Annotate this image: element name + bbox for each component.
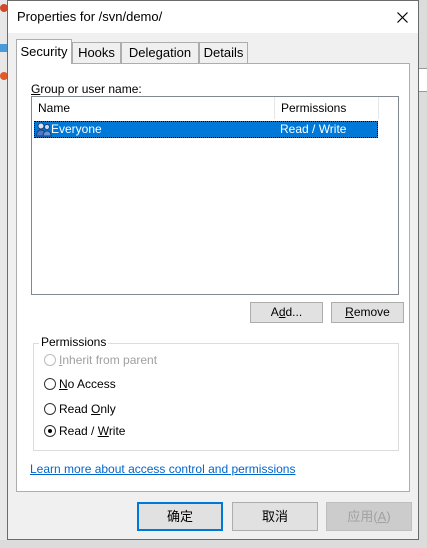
properties-dialog: Properties for /svn/demo/ Security Hooks… — [7, 0, 419, 540]
radio-read-only[interactable] — [44, 403, 56, 415]
radio-read-only-label: Read Only — [59, 402, 116, 416]
tab-delegation[interactable]: Delegation — [121, 42, 199, 63]
column-header-name[interactable]: Name — [32, 97, 275, 119]
close-icon — [396, 11, 408, 23]
apply-button[interactable]: 应用(A) — [326, 502, 412, 531]
radio-read-write[interactable] — [44, 425, 56, 437]
radio-no-access-label: No Access — [59, 377, 116, 391]
radio-inherit[interactable] — [44, 354, 56, 366]
radio-read-write-label: Read / Write — [59, 424, 126, 438]
remove-button[interactable]: Remove — [331, 302, 404, 323]
add-button[interactable]: Add... — [250, 302, 323, 323]
ok-button[interactable]: 确定 — [137, 502, 223, 531]
tab-hooks[interactable]: Hooks — [72, 42, 121, 63]
tab-security[interactable]: Security — [16, 39, 72, 64]
radio-selected-dot — [48, 429, 52, 433]
radio-no-access[interactable] — [44, 378, 56, 390]
close-button[interactable] — [388, 4, 416, 30]
background-app-bottom — [0, 540, 427, 548]
column-header-permissions[interactable]: Permissions — [275, 97, 379, 119]
focus-outline — [34, 121, 378, 138]
list-header: Name Permissions — [32, 97, 398, 119]
title-bar: Properties for /svn/demo/ — [8, 1, 418, 33]
permissions-legend: Permissions — [39, 335, 109, 349]
cancel-button[interactable]: 取消 — [232, 502, 318, 531]
group-user-label: Group or user name: — [31, 82, 142, 96]
security-panel: Group or user name: Name Permissions Eve… — [16, 63, 410, 492]
tab-details[interactable]: Details — [199, 42, 248, 63]
help-link[interactable]: Learn more about access control and perm… — [30, 462, 295, 476]
user-list[interactable]: Name Permissions Everyone Read / Write — [31, 96, 399, 295]
radio-inherit-label: Inherit from parent — [59, 353, 158, 367]
dialog-title: Properties for /svn/demo/ — [17, 9, 163, 24]
background-input — [418, 68, 427, 92]
